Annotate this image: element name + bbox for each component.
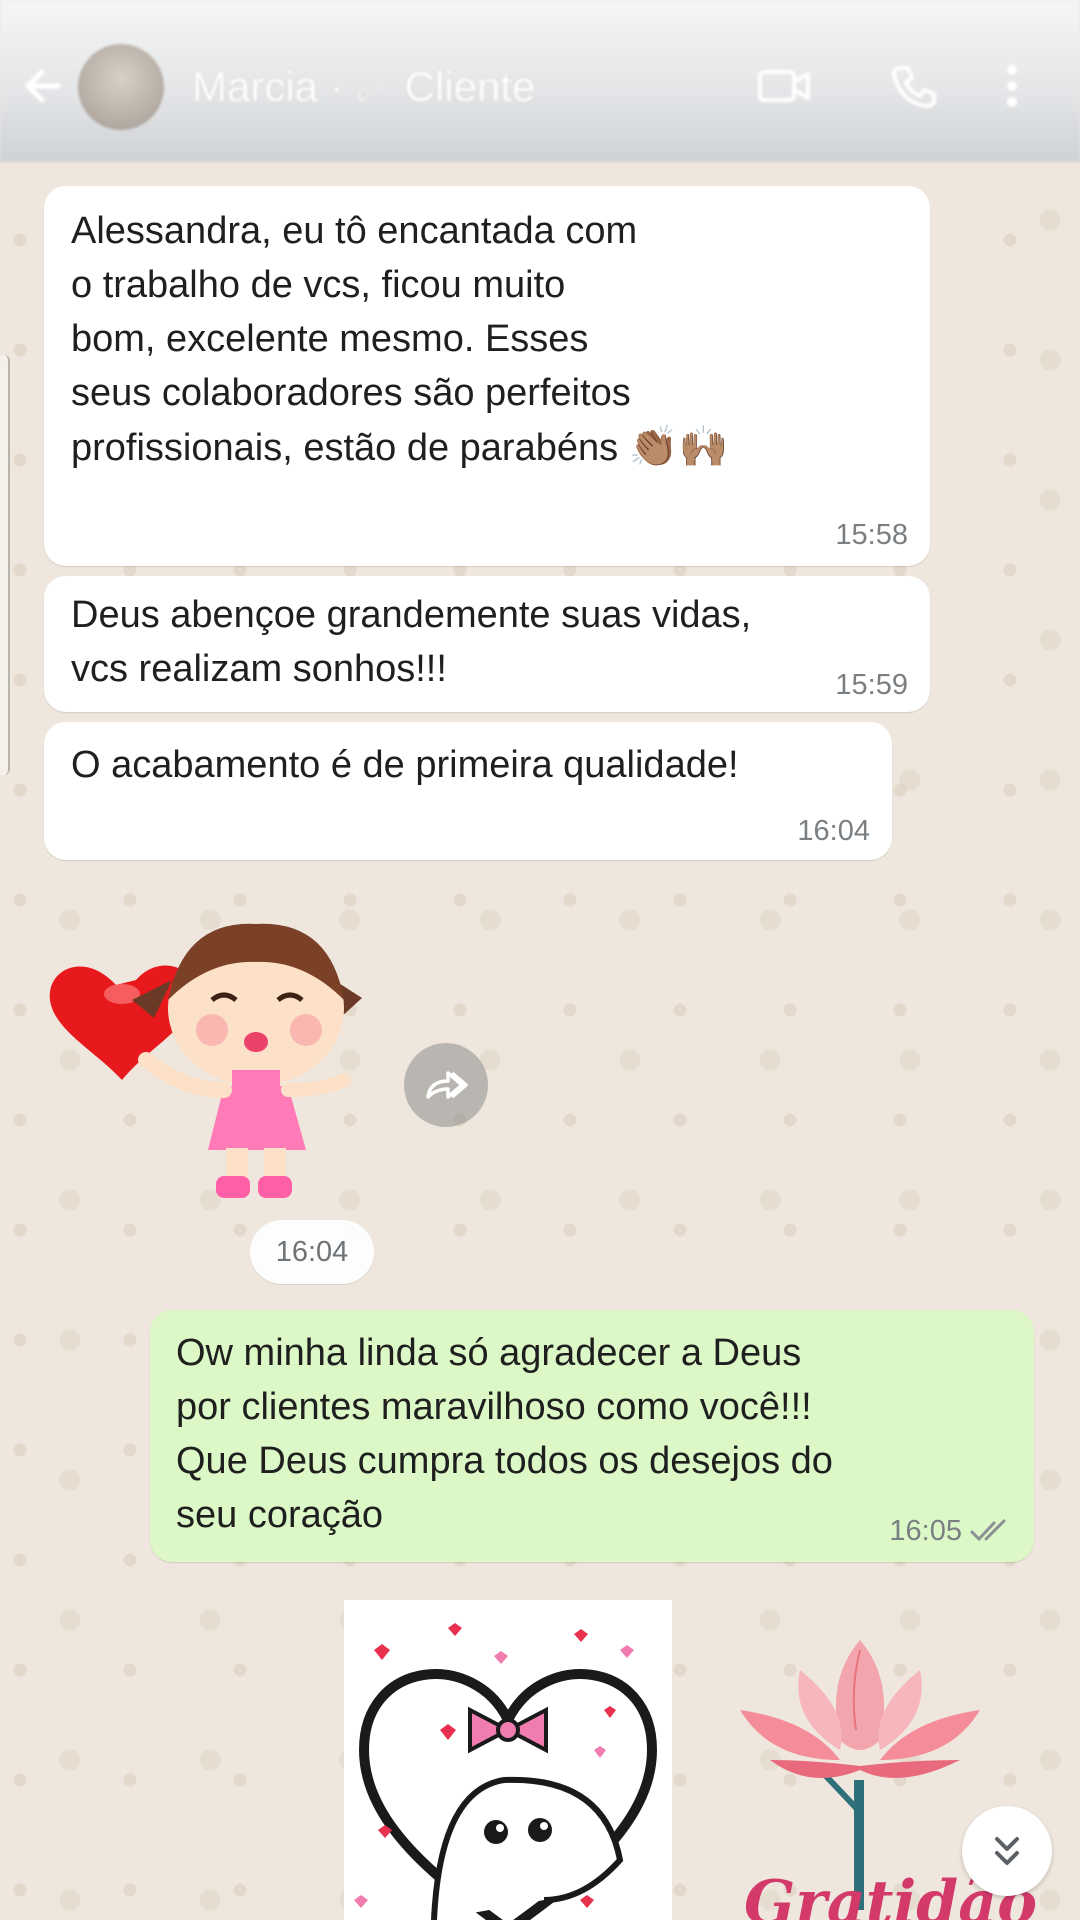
message-text: Alessandra, eu tô encantada com o trabal… xyxy=(71,210,729,470)
message-text: Deus abençoe grandemente suas vidas, vcs… xyxy=(71,594,752,690)
phone-icon[interactable] xyxy=(886,62,942,110)
sticker-pink-lotus[interactable] xyxy=(730,1610,1000,1910)
message-time: 15:59 xyxy=(835,669,908,701)
message-time: 15:58 xyxy=(835,519,908,551)
sticker-girl-blowing-kiss[interactable] xyxy=(44,890,374,1210)
flork-sticker-art xyxy=(354,1623,658,1920)
sticker-flork-with-bow[interactable] xyxy=(344,1600,672,1920)
forward-button[interactable] xyxy=(404,1043,488,1127)
read-double-check-icon xyxy=(970,1519,1006,1542)
message-text: Ow minha linda só agradecer a Deus por c… xyxy=(176,1332,833,1536)
forward-icon xyxy=(426,1071,468,1099)
contact-name[interactable]: Marcia · ☄ Cliente xyxy=(192,62,535,111)
avatar[interactable] xyxy=(78,44,164,130)
double-chevron-down-icon xyxy=(995,1837,1019,1865)
edge-panel-handle[interactable] xyxy=(0,355,10,775)
message-time: 16:05 xyxy=(889,1515,962,1547)
message-bubble-incoming[interactable]: Deus abençoe grandemente suas vidas, vcs… xyxy=(44,576,930,712)
message-bubble-incoming[interactable]: Alessandra, eu tô encantada com o trabal… xyxy=(44,186,930,566)
message-bubble-incoming[interactable]: O acabamento é de primeira qualidade! 16… xyxy=(44,722,892,860)
message-bubble-outgoing[interactable]: Ow minha linda só agradecer a Deus por c… xyxy=(150,1310,1034,1562)
chat-header: Marcia · ☄ Cliente xyxy=(0,0,1080,162)
message-time-row: 16:05 xyxy=(889,1514,1012,1548)
message-time: 16:04 xyxy=(797,815,870,847)
clapping-hands-emoji: 👏🏽🙌🏽 xyxy=(628,424,729,470)
more-vert-icon[interactable] xyxy=(1000,62,1024,110)
scroll-to-bottom-button[interactable] xyxy=(962,1806,1052,1896)
back-arrow-icon[interactable] xyxy=(18,62,66,110)
video-call-icon[interactable] xyxy=(756,62,812,110)
message-text: O acabamento é de primeira qualidade! xyxy=(71,744,739,786)
sticker-time: 16:04 xyxy=(250,1220,374,1284)
